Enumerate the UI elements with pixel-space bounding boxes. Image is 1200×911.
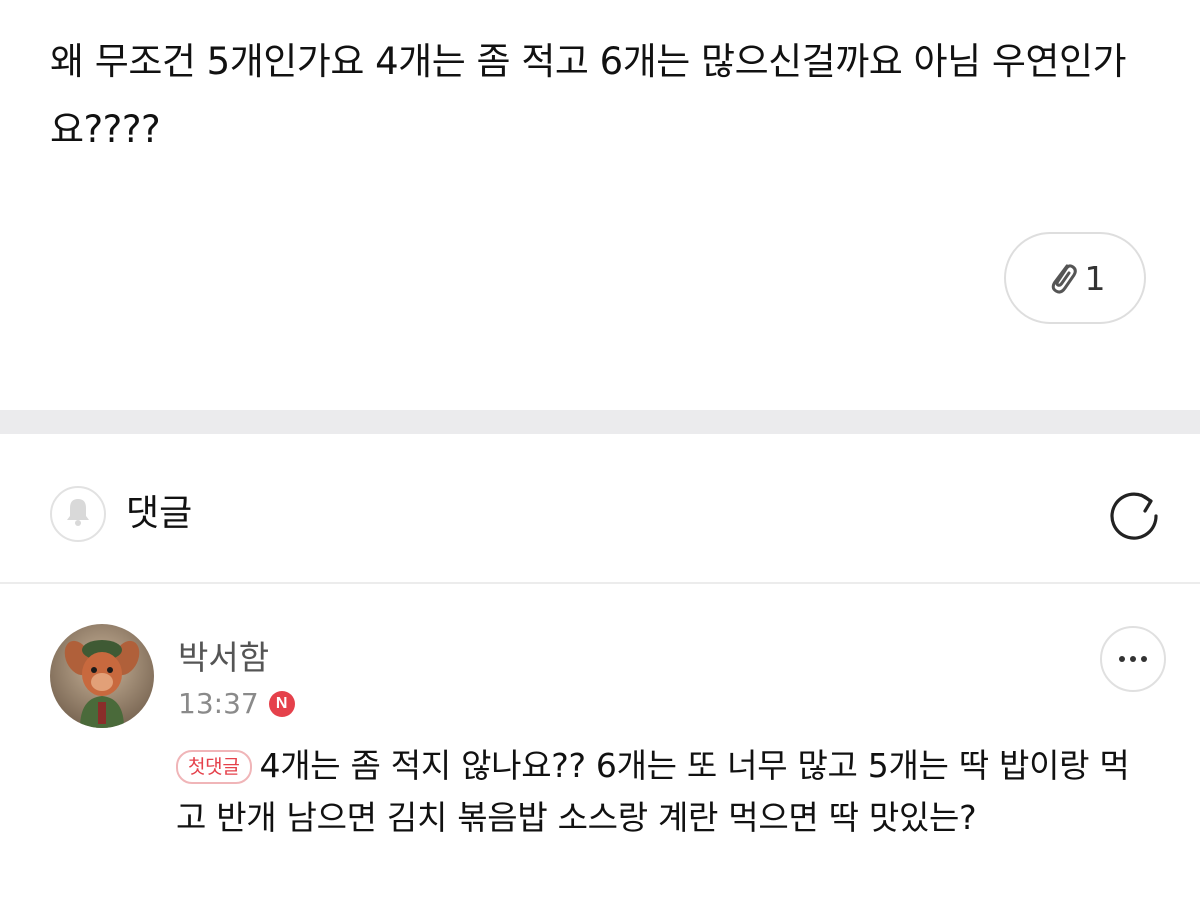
- comment-author[interactable]: 박서함: [178, 636, 269, 680]
- post-body: 왜 무조건 5개인가요 4개는 좀 적고 6개는 많으신걸까요 아님 우연인가요…: [50, 40, 1127, 151]
- attachment-button[interactable]: 1: [1004, 232, 1146, 324]
- attachment-count: 1: [1084, 258, 1106, 298]
- avatar[interactable]: [50, 624, 154, 728]
- comment-item: 박서함 13:37 N 첫댓글 4개는 좀 적지 않나요?? 6개는 또 너무 많…: [0, 584, 1200, 911]
- refresh-button[interactable]: [1102, 484, 1166, 548]
- notification-toggle[interactable]: [50, 486, 106, 542]
- comment-body: 첫댓글 4개는 좀 적지 않나요?? 6개는 또 너무 많고 5개는 딱 밥이랑 …: [176, 740, 1156, 844]
- comments-header: 댓글: [0, 434, 1200, 582]
- first-comment-badge: 첫댓글: [176, 750, 252, 784]
- more-options-button[interactable]: [1100, 626, 1166, 692]
- bell-icon: [63, 496, 93, 532]
- paperclip-icon: [1045, 258, 1079, 298]
- comment-meta: 13:37 N: [178, 684, 295, 724]
- section-divider: [0, 410, 1200, 434]
- refresh-icon: [1105, 485, 1163, 547]
- comment-text: 4개는 좀 적지 않나요?? 6개는 또 너무 많고 5개는 딱 밥이랑 먹고 …: [176, 746, 1130, 837]
- comments-title: 댓글: [126, 493, 193, 534]
- new-badge: N: [268, 691, 295, 717]
- more-dots-icon: [1119, 656, 1125, 662]
- comment-time: 13:37: [178, 687, 259, 720]
